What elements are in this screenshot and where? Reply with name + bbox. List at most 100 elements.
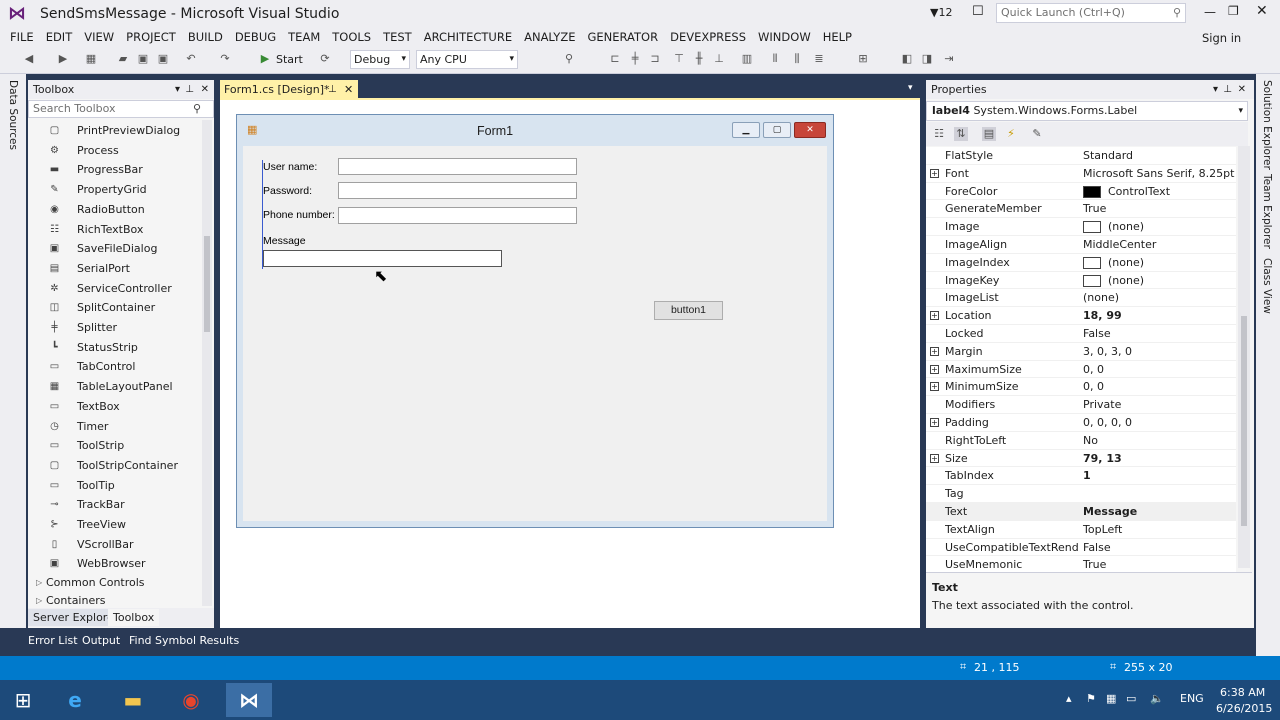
property-value[interactable]: (none) (1108, 272, 1144, 290)
bring-front-icon[interactable]: ◧ (900, 52, 914, 66)
same-width-icon[interactable]: ▥ (740, 52, 754, 66)
save-all-icon[interactable]: ▣ (156, 52, 170, 66)
spacing-icon[interactable]: ⫴ (768, 52, 782, 66)
tab-output[interactable]: Output (82, 634, 120, 647)
menu-project[interactable]: PROJECT (116, 28, 176, 46)
close-icon[interactable]: ✕ (1256, 3, 1268, 19)
property-row[interactable]: + MaximumSize 0, 0 (926, 360, 1236, 379)
phone-textbox[interactable] (338, 207, 577, 224)
menu-window[interactable]: WINDOW (748, 28, 811, 46)
toolbox-item[interactable]: ▭ ToolStrip (28, 436, 214, 456)
property-row[interactable]: Locked False (926, 325, 1236, 343)
properties-icon[interactable]: ▤ (982, 127, 996, 141)
property-row[interactable]: Tag (926, 485, 1236, 503)
visual-studio-taskbar-icon[interactable]: ⋈ (226, 683, 272, 717)
save-icon[interactable]: ▣ (136, 52, 150, 66)
new-project-icon[interactable]: ▦ (84, 52, 98, 66)
password-textbox[interactable] (338, 182, 577, 199)
property-value[interactable]: 0, 0 (1083, 378, 1104, 396)
tab-team-explorer[interactable]: Team Explorer (1261, 174, 1273, 249)
toolbox-item[interactable]: ⊸ TrackBar (28, 495, 214, 515)
property-value[interactable]: 18, 99 (1083, 307, 1122, 325)
property-row[interactable]: + MinimumSize 0, 0 (926, 378, 1236, 397)
align-right-icon[interactable]: ⊐ (648, 52, 662, 66)
clock-date[interactable]: 6/26/2015 (1216, 702, 1272, 715)
property-row[interactable]: UseCompatibleTextRenderi False (926, 538, 1236, 557)
object-selector[interactable]: label4 System.Windows.Forms.Label (926, 101, 1248, 121)
property-value[interactable]: ControlText (1108, 183, 1170, 201)
dropdown-icon[interactable]: ▾ (1213, 80, 1218, 99)
toolbox-search-input[interactable]: Search Toolbox ⚲ (28, 100, 214, 118)
properties-close-icon[interactable]: ✕ (1238, 80, 1246, 99)
feedback-icon[interactable]: ☐ (972, 4, 984, 19)
tab-toolbox[interactable]: Toolbox (108, 609, 160, 626)
quick-launch-input[interactable]: Quick Launch (Ctrl+Q) ⚲ (996, 3, 1186, 23)
pin-icon[interactable]: ⊥ (1223, 80, 1232, 99)
property-value[interactable]: 3, 0, 3, 0 (1083, 343, 1132, 361)
refresh-icon[interactable]: ⟳ (318, 52, 332, 66)
property-row[interactable]: TabIndex 1 (926, 467, 1236, 486)
align-top-icon[interactable]: ⊤ (672, 52, 686, 66)
property-value[interactable]: 0, 0, 0, 0 (1083, 414, 1132, 432)
tab-solution-explorer[interactable]: Solution Explorer (1261, 80, 1273, 170)
property-value[interactable]: 79, 13 (1083, 450, 1122, 468)
expand-plus-icon[interactable]: + (930, 168, 939, 178)
form-close-icon[interactable]: ✕ (794, 122, 826, 138)
property-row[interactable]: Text Message (926, 503, 1236, 521)
label-username[interactable]: User name: (263, 161, 317, 173)
property-row[interactable]: TextAlign TopLeft (926, 520, 1236, 539)
dropdown-icon[interactable]: ▾ (175, 80, 180, 99)
document-tab-form1-design[interactable]: Form1.cs [Design]* ⊥ ✕ (220, 80, 358, 98)
property-row[interactable]: FlatStyle Standard (926, 147, 1236, 165)
property-value[interactable]: Private (1083, 396, 1121, 414)
property-value[interactable]: Standard (1083, 147, 1133, 165)
property-value[interactable]: No (1083, 432, 1098, 450)
property-value[interactable]: Message (1083, 503, 1137, 521)
menu-analyze[interactable]: ANALYZE (514, 28, 575, 46)
menu-tools[interactable]: TOOLS (322, 28, 371, 46)
property-value[interactable]: True (1083, 200, 1106, 218)
properties-scrollbar[interactable] (1238, 146, 1250, 568)
menu-architecture[interactable]: ARCHITECTURE (414, 28, 512, 46)
property-row[interactable]: + Location 18, 99 (926, 307, 1236, 325)
power-icon[interactable]: ▭ (1126, 692, 1136, 705)
toolbox-item[interactable]: ▣ WebBrowser (28, 554, 214, 574)
align-middle-icon[interactable]: ╫ (692, 52, 706, 66)
property-row[interactable]: RightToLeft No (926, 431, 1236, 450)
menu-devexpress[interactable]: DEVEXPRESS (660, 28, 746, 46)
toolbox-item[interactable]: ▢ ToolStripContainer (28, 456, 214, 476)
property-row[interactable]: + Font Microsoft Sans Serif, 8.25pt (926, 164, 1236, 183)
property-row[interactable]: ImageIndex (none) (926, 253, 1236, 272)
chrome-icon[interactable]: ◉ (168, 683, 214, 717)
data-sources-tab[interactable]: Data Sources (7, 80, 19, 150)
menu-edit[interactable]: EDIT (36, 28, 73, 46)
expand-plus-icon[interactable]: + (930, 364, 939, 374)
open-file-icon[interactable]: ▰ (116, 52, 130, 66)
tab-error-list[interactable]: Error List (28, 634, 78, 647)
property-row[interactable]: Modifiers Private (926, 396, 1236, 414)
windows-start-icon[interactable]: ⊞ (0, 683, 46, 717)
network-icon[interactable]: ▦ (1106, 692, 1116, 705)
tab-find-symbol-results[interactable]: Find Symbol Results (129, 634, 239, 647)
undo-icon[interactable]: ↶ (184, 52, 198, 66)
clock-time[interactable]: 6:38 AM (1220, 686, 1265, 699)
toolbox-item[interactable]: ◫ SplitContainer (28, 298, 214, 318)
toolbox-item[interactable]: ⊱ TreeView (28, 515, 214, 535)
find-icon[interactable]: ⚲ (562, 52, 576, 66)
toolbox-item[interactable]: ┗ StatusStrip (28, 338, 214, 358)
toolbox-item[interactable]: ✲ ServiceController (28, 279, 214, 299)
username-textbox[interactable] (338, 158, 577, 175)
toolbox-item[interactable]: ☷ RichTextBox (28, 220, 214, 240)
menu-team[interactable]: TEAM (278, 28, 320, 46)
redo-icon[interactable]: ↷ (218, 52, 232, 66)
menu-debug[interactable]: DEBUG (225, 28, 276, 46)
expand-plus-icon[interactable]: + (930, 453, 939, 463)
property-row[interactable]: + Margin 3, 0, 3, 0 (926, 342, 1236, 361)
menu-help[interactable]: HELP (813, 28, 852, 46)
align-center-icon[interactable]: ╪ (628, 52, 642, 66)
property-value[interactable]: False (1083, 325, 1111, 343)
forward-icon[interactable]: ▶ (56, 52, 70, 66)
label-message[interactable]: Message (263, 235, 306, 247)
toolbox-item[interactable]: ▭ TabControl (28, 357, 214, 377)
file-explorer-icon[interactable]: ▬ (110, 683, 156, 717)
